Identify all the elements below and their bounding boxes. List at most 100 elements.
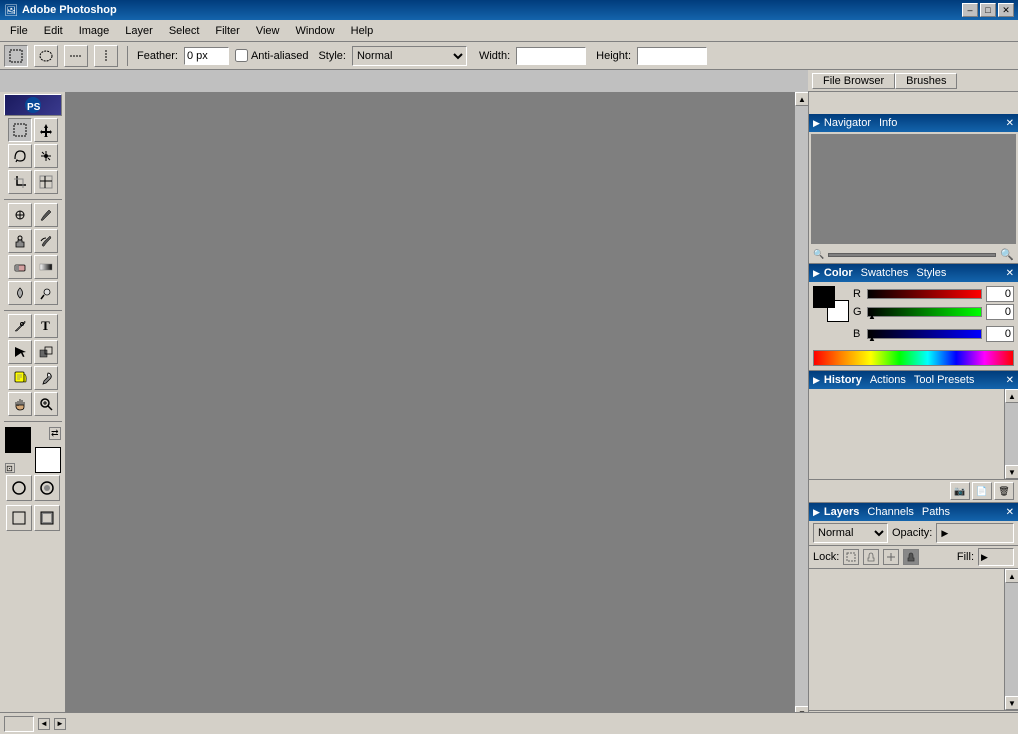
nav-zoom-in[interactable]: 🔍 (1000, 248, 1014, 261)
history-panel-expand[interactable]: ▶ (813, 375, 820, 386)
nav-zoom-slider[interactable] (828, 253, 996, 257)
tool-healing-brush[interactable] (8, 203, 32, 227)
scroll-up-btn[interactable]: ▲ (795, 92, 808, 106)
marquee-btn4[interactable] (94, 45, 118, 67)
layers-panel-expand[interactable]: ▶ (813, 507, 820, 518)
menu-layer[interactable]: Layer (117, 23, 161, 39)
b-value-input[interactable] (986, 326, 1014, 342)
standard-mode-btn[interactable] (6, 475, 32, 501)
history-scroll-down[interactable]: ▼ (1005, 465, 1018, 479)
tool-clone-stamp[interactable] (8, 229, 32, 253)
lock-all-btn[interactable] (903, 549, 919, 565)
layers-panel-close[interactable]: ✕ (1006, 507, 1014, 518)
history-scroll-track[interactable] (1005, 403, 1018, 465)
tool-eyedropper[interactable] (34, 366, 58, 390)
style-select[interactable]: Normal Fixed Aspect Ratio Fixed Size (352, 46, 467, 66)
scroll-v-track[interactable] (795, 106, 808, 706)
tool-crop[interactable] (8, 170, 32, 194)
new-snapshot-btn[interactable]: 📷 (950, 482, 970, 500)
layers-scroll-up[interactable]: ▲ (1005, 569, 1018, 583)
status-doc-select[interactable] (4, 716, 34, 732)
tool-move[interactable] (34, 118, 58, 142)
layers-tab-label[interactable]: Layers (824, 506, 859, 518)
info-tab-label[interactable]: Info (879, 117, 897, 129)
layers-scrollbar[interactable]: ▲ ▼ (1004, 569, 1018, 710)
width-input[interactable] (516, 47, 586, 65)
lock-transparent-btn[interactable] (843, 549, 859, 565)
g-value-input[interactable] (986, 304, 1014, 320)
menu-select[interactable]: Select (161, 23, 208, 39)
styles-tab-label[interactable]: Styles (916, 267, 946, 279)
swatches-tab-label[interactable]: Swatches (861, 267, 909, 279)
status-nav-next[interactable]: ► (54, 718, 66, 730)
tool-notes[interactable] (8, 366, 32, 390)
screen-mode-normal[interactable] (6, 505, 32, 531)
menu-image[interactable]: Image (71, 23, 118, 39)
file-browser-button[interactable]: File Browser (812, 73, 895, 89)
paths-tab-label[interactable]: Paths (922, 506, 950, 518)
marquee-btn2[interactable] (34, 45, 58, 67)
menu-window[interactable]: Window (288, 23, 343, 39)
maximize-button[interactable]: □ (980, 3, 996, 17)
tool-pen[interactable] (8, 314, 32, 338)
r-slider[interactable] (867, 289, 982, 299)
menu-view[interactable]: View (248, 23, 288, 39)
color-panel-close[interactable]: ✕ (1006, 268, 1014, 279)
history-scrollbar[interactable]: ▲ ▼ (1004, 389, 1018, 479)
status-nav-prev[interactable]: ◄ (38, 718, 50, 730)
tool-presets-tab-label[interactable]: Tool Presets (914, 374, 975, 386)
opacity-control[interactable]: ▶ (936, 523, 1014, 543)
marquee-btn3[interactable] (64, 45, 88, 67)
tool-magic-wand[interactable] (34, 144, 58, 168)
height-input[interactable] (637, 47, 707, 65)
color-tab-label[interactable]: Color (824, 267, 853, 279)
history-scroll-up[interactable]: ▲ (1005, 389, 1018, 403)
b-slider[interactable]: ▲ (867, 329, 982, 339)
tool-eraser[interactable] (8, 255, 32, 279)
delete-state-btn[interactable]: 🗑 (994, 482, 1014, 500)
feather-input[interactable] (184, 47, 229, 65)
default-colors-btn[interactable]: ⊡ (5, 463, 15, 473)
menu-help[interactable]: Help (343, 23, 382, 39)
menu-filter[interactable]: Filter (207, 23, 247, 39)
actions-tab-label[interactable]: Actions (870, 374, 906, 386)
swap-colors-btn[interactable]: ⇄ (49, 427, 61, 440)
new-document-btn[interactable]: 📄 (972, 482, 992, 500)
tool-shape[interactable] (34, 340, 58, 364)
tool-text[interactable]: T (34, 314, 58, 338)
tool-marquee[interactable] (8, 118, 32, 142)
g-slider[interactable]: ▲ (867, 307, 982, 317)
menu-file[interactable]: File (2, 23, 36, 39)
screen-mode-full[interactable] (34, 505, 60, 531)
color-spectrum[interactable] (813, 350, 1014, 366)
minimize-button[interactable]: – (962, 3, 978, 17)
tool-dodge[interactable] (34, 281, 58, 305)
tool-gradient[interactable] (34, 255, 58, 279)
channels-tab-label[interactable]: Channels (867, 506, 913, 518)
tool-hand[interactable] (8, 392, 32, 416)
color-fg-swatch[interactable] (813, 286, 835, 308)
nav-zoom-out[interactable]: 🔍 (813, 249, 824, 260)
canvas-scroll-vertical[interactable]: ▲ ▼ (794, 92, 808, 720)
tool-zoom[interactable] (34, 392, 58, 416)
menu-edit[interactable]: Edit (36, 23, 71, 39)
tool-brush[interactable] (34, 203, 58, 227)
rectangular-marquee-options-btn[interactable] (4, 45, 28, 67)
color-panel-expand[interactable]: ▶ (813, 268, 820, 279)
lock-position-btn[interactable] (883, 549, 899, 565)
fill-control[interactable]: ▶ (978, 548, 1014, 566)
r-value-input[interactable] (986, 286, 1014, 302)
background-color-box[interactable] (35, 447, 61, 473)
layers-blend-select[interactable]: Normal Dissolve Multiply Screen Overlay (813, 523, 888, 543)
close-button[interactable]: ✕ (998, 3, 1014, 17)
tool-blur[interactable] (8, 281, 32, 305)
history-panel-close[interactable]: ✕ (1006, 375, 1014, 386)
layers-scroll-down[interactable]: ▼ (1005, 696, 1018, 710)
navigator-panel-expand[interactable]: ▶ (813, 118, 820, 129)
tool-path-selection[interactable] (8, 340, 32, 364)
anti-aliased-checkbox[interactable] (235, 49, 248, 62)
tool-history-brush[interactable] (34, 229, 58, 253)
navigator-panel-close[interactable]: ✕ (1006, 118, 1014, 129)
foreground-color-box[interactable] (5, 427, 31, 453)
tool-lasso[interactable] (8, 144, 32, 168)
